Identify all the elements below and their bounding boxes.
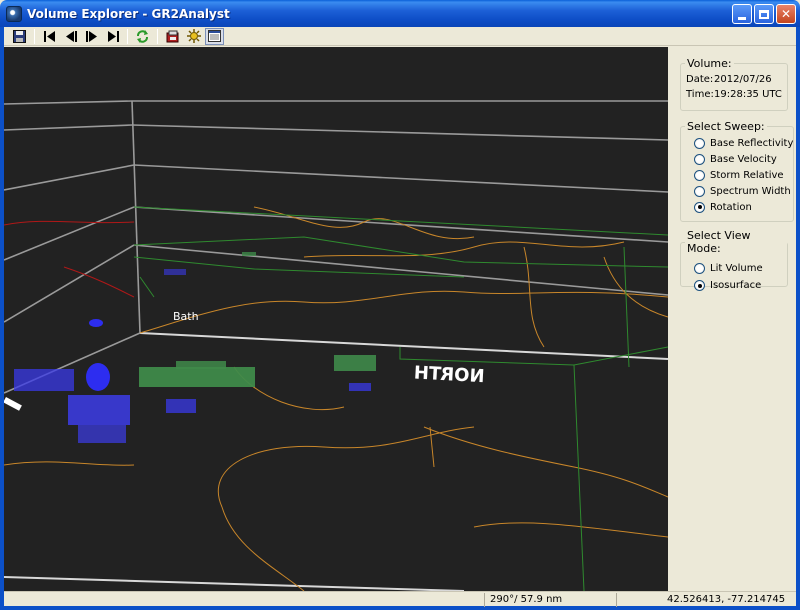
view-mode-label: Isosurface bbox=[710, 280, 762, 291]
select-view-mode-legend: Select View Mode: bbox=[687, 229, 751, 255]
radio-button[interactable] bbox=[694, 153, 705, 165]
window-frame-right bbox=[796, 27, 800, 610]
next-frame-button[interactable] bbox=[82, 28, 101, 45]
echo-green-far bbox=[242, 252, 256, 256]
volume-group: Volume: Date: 2012/07/26 Time: 19:28:35 … bbox=[680, 57, 788, 111]
sweep-option-base-velocity[interactable]: Base Velocity bbox=[681, 151, 793, 167]
view-mode-isosurface[interactable]: Isosurface bbox=[681, 277, 787, 294]
view-mode-label: Lit Volume bbox=[710, 263, 763, 274]
window-title: Volume Explorer - GR2Analyst bbox=[27, 6, 230, 21]
sweep-option-label: Base Reflectivity bbox=[710, 137, 794, 149]
app-icon bbox=[6, 5, 22, 22]
echo-blue-far bbox=[164, 269, 186, 275]
panel-toggle-button[interactable] bbox=[205, 27, 224, 45]
last-frame-icon bbox=[107, 30, 119, 42]
sweep-option-label: Rotation bbox=[710, 201, 752, 213]
time-label: Time: bbox=[686, 89, 714, 100]
radio-button[interactable] bbox=[694, 263, 705, 274]
settings-button[interactable] bbox=[184, 28, 203, 45]
view-mode-lit-volume[interactable]: Lit Volume bbox=[681, 260, 787, 277]
export-button[interactable] bbox=[163, 28, 182, 45]
radio-button-selected[interactable] bbox=[694, 201, 705, 213]
sweep-option-spectrum-width[interactable]: Spectrum Width bbox=[681, 183, 793, 199]
radio-button[interactable] bbox=[694, 185, 705, 197]
town-label-bath: Bath bbox=[173, 310, 199, 323]
radar-echoes bbox=[14, 252, 376, 443]
edge-label-fragment bbox=[4, 397, 22, 411]
settings-icon bbox=[186, 29, 201, 43]
echo-blue-right bbox=[349, 383, 371, 391]
sweep-option-rotation[interactable]: Rotation bbox=[681, 199, 793, 215]
sweep-option-label: Base Velocity bbox=[710, 153, 777, 165]
next-frame-icon bbox=[85, 30, 97, 42]
volume-scene: NORTH Bath bbox=[4, 100, 668, 591]
maximize-icon bbox=[759, 9, 769, 19]
minimize-icon bbox=[738, 16, 746, 20]
title-bar[interactable]: Volume Explorer - GR2Analyst ✕ bbox=[0, 0, 800, 27]
maximize-button[interactable] bbox=[754, 4, 774, 24]
date-label: Date: bbox=[686, 74, 714, 85]
echo-green-large bbox=[139, 367, 255, 387]
echo-green-right bbox=[334, 355, 376, 371]
status-bar: 290°/ 57.9 nm 42.526413, -77.214745 bbox=[4, 591, 796, 607]
previous-frame-icon bbox=[65, 30, 77, 42]
echo-blue-mid bbox=[166, 399, 196, 413]
echo-blue-small bbox=[89, 319, 103, 327]
date-value: 2012/07/26 bbox=[714, 74, 772, 85]
first-frame-button[interactable] bbox=[40, 28, 59, 45]
radio-button[interactable] bbox=[694, 137, 705, 149]
status-coordinates: 42.526413, -77.214745 bbox=[616, 593, 796, 607]
echo-blue-large bbox=[68, 395, 130, 425]
refresh-icon bbox=[137, 29, 148, 43]
save-button[interactable] bbox=[10, 28, 29, 45]
save-icon bbox=[13, 29, 26, 43]
toolbar-separator bbox=[127, 28, 128, 44]
state-lines bbox=[133, 206, 668, 591]
select-sweep-legend: Select Sweep: bbox=[687, 120, 765, 133]
first-frame-icon bbox=[43, 30, 55, 42]
sweep-option-storm-relative[interactable]: Storm Relative bbox=[681, 167, 793, 183]
export-icon bbox=[166, 30, 178, 42]
volume-3d-view[interactable]: NORTH Bath bbox=[4, 47, 668, 591]
minimize-button[interactable] bbox=[732, 4, 752, 24]
select-sweep-group: Select Sweep: Base Reflectivity Base Vel… bbox=[680, 120, 795, 222]
echo-green-top bbox=[176, 361, 226, 369]
toolbar-separator bbox=[34, 28, 35, 44]
panel-toggle-icon bbox=[208, 30, 221, 42]
control-panel: Volume: Date: 2012/07/26 Time: 19:28:35 … bbox=[669, 47, 796, 591]
close-icon: ✕ bbox=[780, 7, 792, 21]
north-label-group: NORTH bbox=[413, 363, 485, 388]
echo-blue-large-lower bbox=[78, 425, 126, 443]
volume-legend: Volume: bbox=[687, 57, 732, 70]
status-bearing-range: 290°/ 57.9 nm bbox=[484, 593, 616, 607]
last-frame-button[interactable] bbox=[103, 28, 122, 45]
radio-button[interactable] bbox=[694, 169, 705, 181]
sweep-option-base-reflectivity[interactable]: Base Reflectivity bbox=[681, 135, 793, 151]
radio-button-selected[interactable] bbox=[694, 280, 705, 291]
select-view-mode-group: Select View Mode: Lit Volume Isosurface bbox=[680, 229, 788, 291]
previous-frame-button[interactable] bbox=[61, 28, 80, 45]
toolbar bbox=[4, 27, 796, 46]
sweep-option-label: Storm Relative bbox=[710, 169, 784, 181]
toolbar-separator bbox=[157, 28, 158, 44]
close-button[interactable]: ✕ bbox=[776, 4, 796, 24]
north-label: NORTH bbox=[413, 363, 485, 388]
time-value: 19:28:35 UTC bbox=[714, 89, 782, 100]
sweep-option-label: Spectrum Width bbox=[710, 185, 791, 197]
echo-blue-left bbox=[14, 369, 74, 391]
refresh-button[interactable] bbox=[133, 28, 152, 45]
echo-blue-core bbox=[86, 363, 110, 391]
